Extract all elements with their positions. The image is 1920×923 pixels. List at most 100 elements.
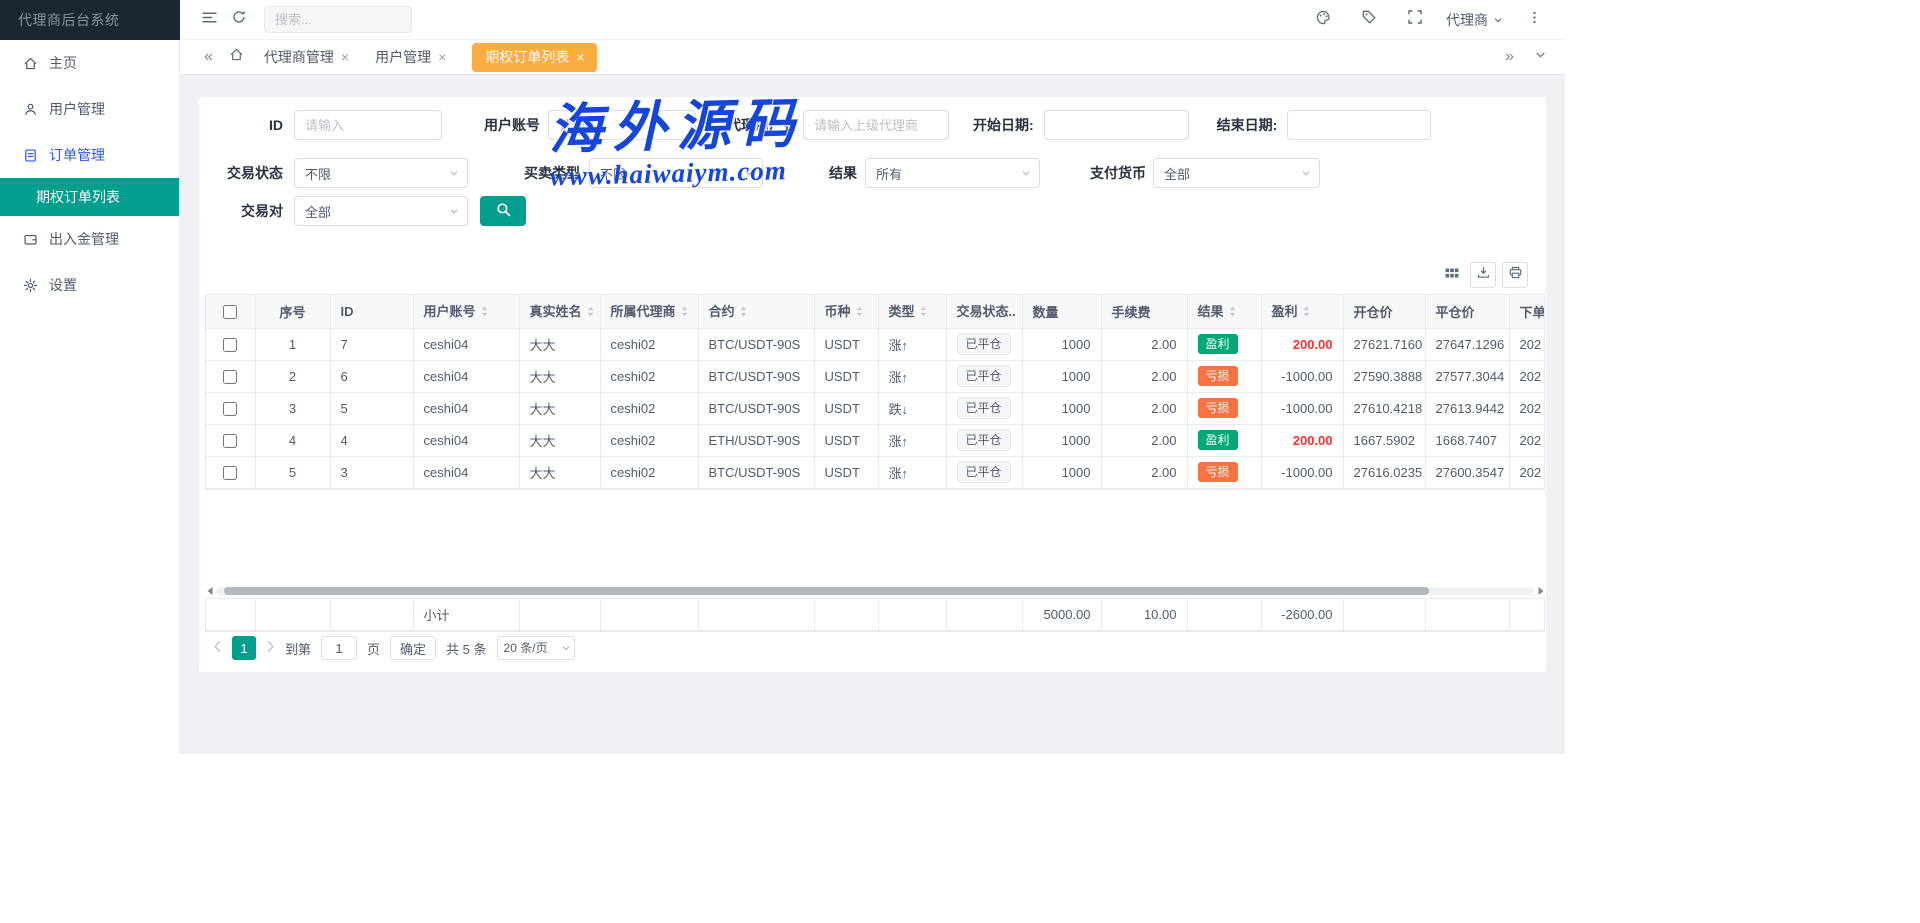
user-menu[interactable]: 代理商 <box>1446 10 1503 30</box>
select-all-checkbox[interactable] <box>223 305 237 319</box>
agent-input[interactable] <box>803 110 949 140</box>
status-tag: 已平仓 <box>957 397 1011 419</box>
cell-close_price: 27600.3547 <box>1425 456 1509 488</box>
tab-home[interactable] <box>229 47 244 67</box>
sidebar-item[interactable]: 用户管理 <box>0 86 179 132</box>
sort-icon[interactable] <box>739 305 748 321</box>
col-profit[interactable]: 盈利 <box>1261 295 1343 328</box>
download-button[interactable] <box>1470 262 1496 288</box>
col-fee[interactable]: 手续费 <box>1101 295 1187 328</box>
trade-status-select[interactable]: 不限 <box>294 158 468 188</box>
row-checkbox[interactable] <box>223 338 237 352</box>
table-row[interactable]: 53ceshi04大大ceshi02BTC/USDT-90SUSDT涨↑已平仓1… <box>206 456 1545 488</box>
table-toolbar <box>1440 262 1528 288</box>
col-seq[interactable]: 序号 <box>255 295 330 328</box>
id-input[interactable] <box>294 110 442 140</box>
cell-coin: USDT <box>814 392 878 424</box>
row-checkbox[interactable] <box>223 466 237 480</box>
col-agent[interactable]: 所属代理商 <box>600 295 698 328</box>
topbar: 代理商 <box>180 0 1565 40</box>
summary-checkbox-cell <box>206 599 255 630</box>
pair-select[interactable]: 全部 <box>294 196 468 226</box>
sort-icon[interactable] <box>586 305 595 321</box>
scroll-left-icon[interactable] <box>205 586 214 595</box>
sort-icon[interactable] <box>480 305 489 321</box>
sidebar-item[interactable]: 主页 <box>0 40 179 86</box>
summary-seq <box>255 599 330 630</box>
tab-item[interactable]: 用户管理× <box>375 43 446 72</box>
sort-icon[interactable] <box>680 305 689 321</box>
sort-icon[interactable] <box>855 305 864 321</box>
cell-contract: BTC/USDT-90S <box>698 328 814 360</box>
status-tag: 已平仓 <box>957 333 1011 355</box>
col-open_price[interactable]: 开仓价 <box>1343 295 1425 328</box>
print-button[interactable] <box>1502 262 1528 288</box>
theme-palette-icon[interactable] <box>1308 5 1338 35</box>
table-row[interactable]: 17ceshi04大大ceshi02BTC/USDT-90SUSDT涨↑已平仓1… <box>206 328 1545 360</box>
confirm-page-button[interactable]: 确定 <box>390 636 436 660</box>
cell-type: 涨↑ <box>878 328 946 360</box>
col-real_name[interactable]: 真实姓名 <box>519 295 600 328</box>
col-close_price[interactable]: 平仓价 <box>1425 295 1509 328</box>
sidebar-item[interactable]: 设置 <box>0 262 179 308</box>
result-select[interactable]: 所有 <box>865 158 1040 188</box>
col-account[interactable]: 用户账号 <box>413 295 519 328</box>
search-button[interactable] <box>480 196 526 226</box>
next-page-icon[interactable] <box>266 640 275 656</box>
home-icon <box>229 47 244 67</box>
fullscreen-icon[interactable] <box>1400 5 1430 35</box>
summary-profit: -2600.00 <box>1261 599 1343 630</box>
scrollbar-thumb[interactable] <box>224 587 1429 595</box>
tabs-scroll-left-button[interactable]: « <box>200 48 217 66</box>
search-input[interactable] <box>264 6 412 33</box>
sort-icon[interactable] <box>919 305 928 321</box>
row-checkbox[interactable] <box>223 370 237 384</box>
end-date-input[interactable] <box>1287 110 1431 140</box>
tag-icon[interactable] <box>1354 5 1384 35</box>
row-checkbox[interactable] <box>223 402 237 416</box>
col-id[interactable]: ID <box>330 295 413 328</box>
col-status[interactable]: 交易状态.. <box>946 295 1022 328</box>
scroll-right-icon[interactable] <box>1536 586 1545 595</box>
tab-item[interactable]: 代理商管理× <box>264 43 349 72</box>
columns-button[interactable] <box>1440 263 1464 287</box>
page-number-current[interactable]: 1 <box>232 636 256 660</box>
sort-icon[interactable] <box>1302 305 1311 321</box>
more-options-icon[interactable] <box>1519 5 1549 35</box>
collapse-sidebar-icon[interactable] <box>194 5 224 35</box>
prev-page-icon[interactable] <box>213 640 222 656</box>
tabs-menu-button[interactable] <box>1530 48 1551 66</box>
col-coin[interactable]: 币种 <box>814 295 878 328</box>
table-row[interactable]: 44ceshi04大大ceshi02ETH/USDT-90SUSDT涨↑已平仓1… <box>206 424 1545 456</box>
tag-icon <box>1361 9 1377 30</box>
account-input[interactable] <box>548 110 696 140</box>
col-result[interactable]: 结果 <box>1187 295 1261 328</box>
sidebar-subitem[interactable]: 期权订单列表 <box>0 178 179 216</box>
goto-page-input[interactable] <box>321 636 357 660</box>
col-contract[interactable]: 合约 <box>698 295 814 328</box>
pay-currency-select[interactable]: 全部 <box>1153 158 1320 188</box>
sidebar-item[interactable]: 出入金管理 <box>0 216 179 262</box>
tab-close-icon[interactable]: × <box>341 50 349 64</box>
side-select[interactable]: 不限 <box>589 158 763 188</box>
cell-status: 已平仓 <box>946 424 1022 456</box>
tab-close-icon[interactable]: × <box>438 50 446 64</box>
sidebar-item[interactable]: 订单管理 <box>0 132 179 178</box>
refresh-icon[interactable] <box>224 5 254 35</box>
col-type[interactable]: 类型 <box>878 295 946 328</box>
page-size-select[interactable]: 20 条/页 <box>497 636 575 660</box>
scrollbar-track[interactable] <box>216 587 1534 595</box>
col-quantity[interactable]: 数量 <box>1022 295 1101 328</box>
table-row[interactable]: 26ceshi04大大ceshi02BTC/USDT-90SUSDT涨↑已平仓1… <box>206 360 1545 392</box>
tab-close-icon[interactable]: × <box>576 50 584 64</box>
start-date-input[interactable] <box>1044 110 1189 140</box>
cell-profit: -1000.00 <box>1261 456 1343 488</box>
sort-icon[interactable] <box>1228 305 1237 321</box>
col-order_time[interactable]: 下单 <box>1509 295 1545 328</box>
chevron-down-icon <box>449 168 459 178</box>
horizontal-scrollbar[interactable] <box>205 586 1545 595</box>
tabs-scroll-right-button[interactable]: » <box>1501 48 1518 66</box>
row-checkbox[interactable] <box>223 434 237 448</box>
table-row[interactable]: 35ceshi04大大ceshi02BTC/USDT-90SUSDT跌↓已平仓1… <box>206 392 1545 424</box>
tab-active[interactable]: 期权订单列表× <box>472 43 597 72</box>
